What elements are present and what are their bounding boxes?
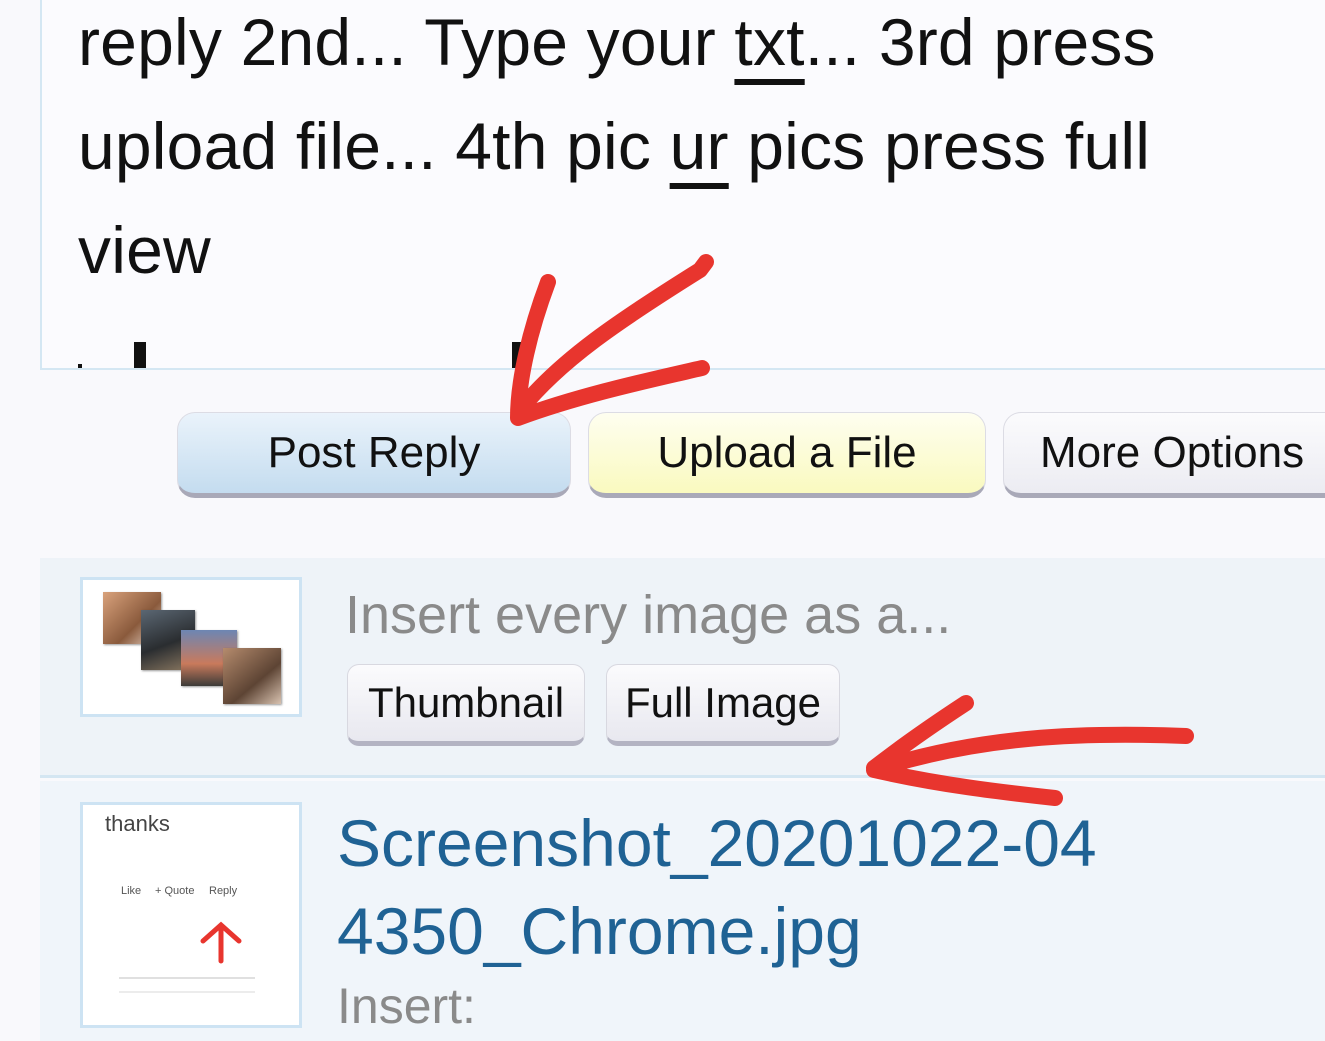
- insert-all-thumbnail-button[interactable]: Thumbnail: [347, 664, 585, 746]
- insert-all-full-image-button[interactable]: Full Image: [606, 664, 840, 746]
- preview-like: Like: [121, 885, 142, 897]
- insert-every-image-label: Insert every image as a...: [345, 585, 952, 645]
- arrow-up-icon: [200, 921, 242, 964]
- image-stack-thumbnail: [80, 577, 302, 717]
- editor-line-3: view: [78, 213, 211, 287]
- preview-divider: [119, 977, 255, 979]
- preview-title: thanks: [105, 811, 170, 836]
- attachment-thumbnail[interactable]: thanks Like + Quote Reply: [80, 802, 302, 1028]
- preview-quote: + Quote: [155, 885, 195, 897]
- underlined-word: ur: [669, 109, 729, 183]
- editor-line-2: upload file... 4th pic ur pics press ful…: [78, 109, 1151, 183]
- attachment-filename-link[interactable]: Screenshot_20201022-044350_Chrome.jpg: [337, 799, 1097, 975]
- attachment-item: thanks Like + Quote Reply Screenshot_202…: [40, 781, 1325, 1041]
- underlined-word: txt: [734, 5, 805, 79]
- post-reply-button[interactable]: Post Reply: [177, 412, 571, 498]
- attachment-insert-label: Insert:: [337, 978, 476, 1034]
- upload-file-button[interactable]: Upload a File: [588, 412, 986, 498]
- preview-divider: [119, 991, 255, 993]
- editor-line-1: reply 2nd... Type your txt... 3rd press: [78, 5, 1156, 79]
- cut-off-text-line: [78, 342, 538, 368]
- message-editor[interactable]: reply 2nd... Type your txt... 3rd press …: [40, 0, 1325, 370]
- insert-all-images-panel: Insert every image as a... Thumbnail Ful…: [40, 558, 1325, 778]
- editor-content: reply 2nd... Type your txt... 3rd press …: [78, 0, 1308, 302]
- more-options-button[interactable]: More Options: [1003, 412, 1325, 498]
- stack-photo: [223, 648, 281, 704]
- preview-reply: Reply: [209, 885, 238, 897]
